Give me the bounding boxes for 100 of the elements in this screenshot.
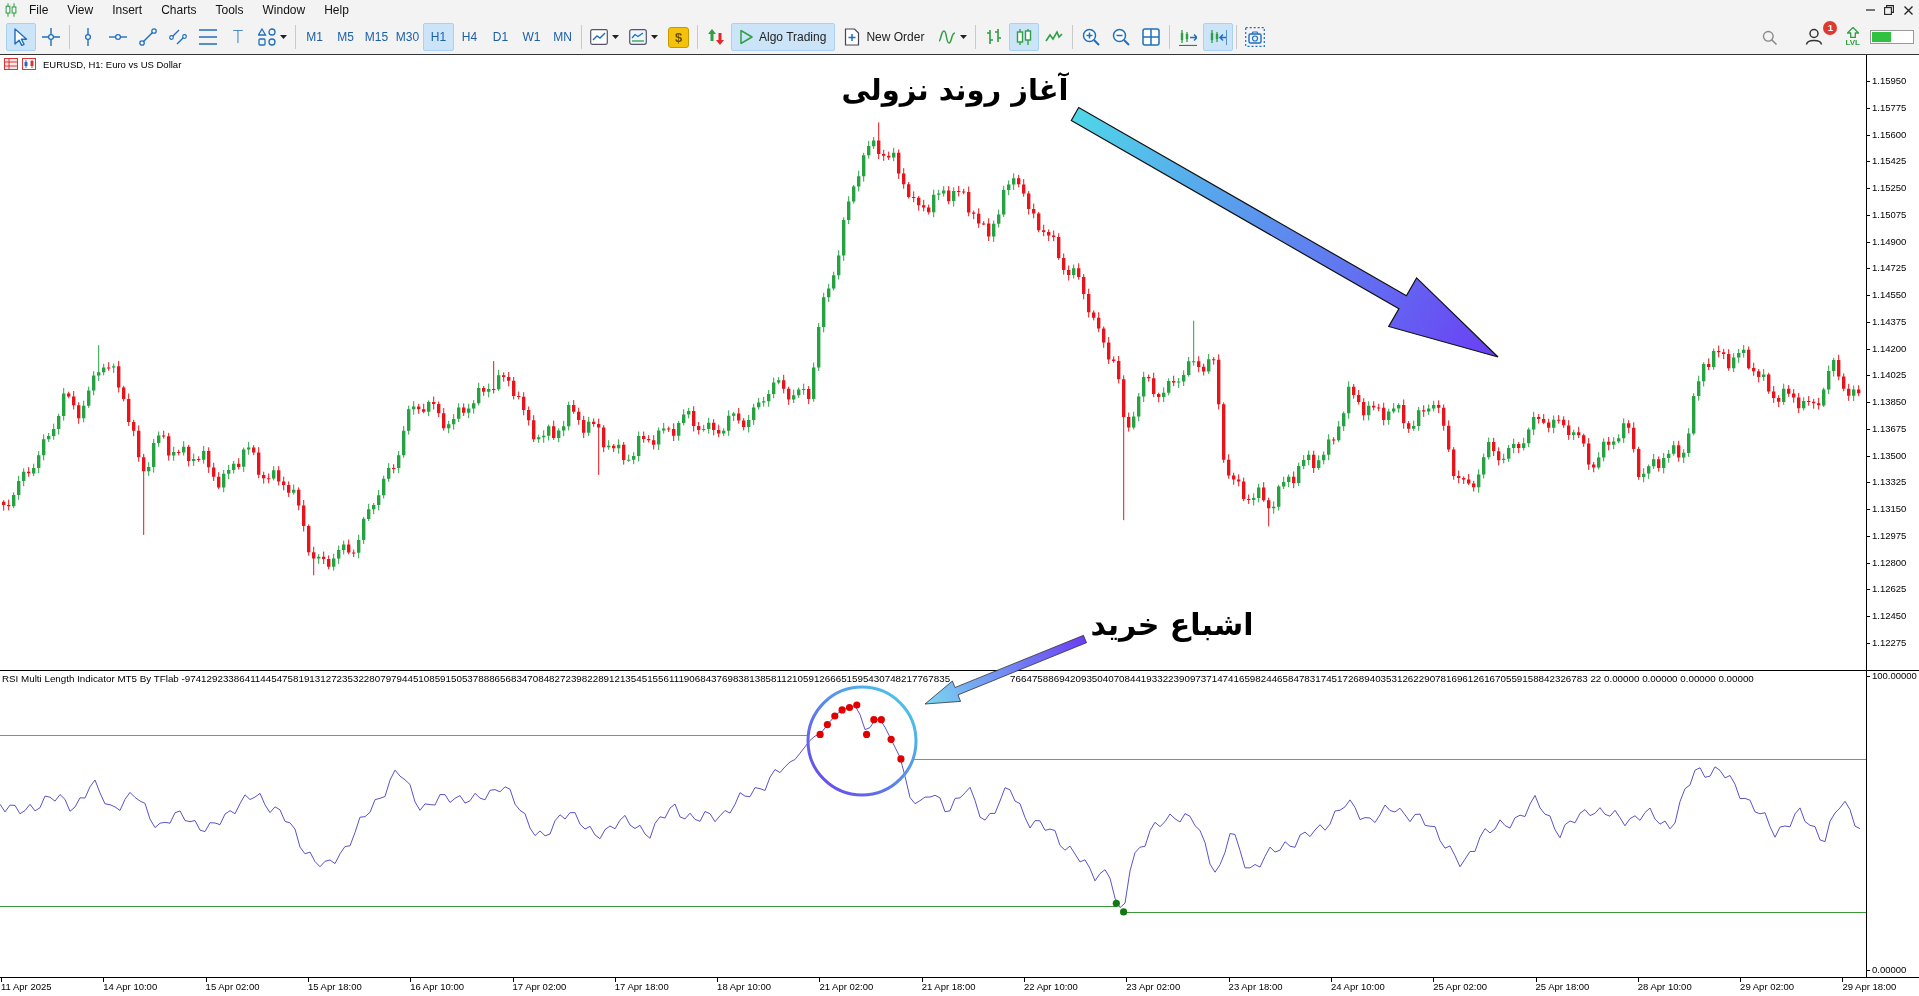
annotation-text: اشباع خرید: [1090, 607, 1254, 643]
menu-item[interactable]: Tools: [215, 2, 244, 18]
price-label: 1.14200: [1867, 342, 1907, 355]
price-label: 1.13850: [1867, 396, 1907, 409]
connection-status-icon: [1870, 30, 1914, 44]
timeframe-button[interactable]: H4: [454, 23, 485, 51]
grid-icon: [1142, 28, 1161, 46]
oversold-markers: [1112, 899, 1128, 916]
time-label: 18 Apr 10:00: [717, 981, 771, 993]
time-label: 29 Apr 02:00: [1740, 981, 1794, 993]
price-label: 1.15950: [1867, 75, 1907, 87]
chart-tab-icon: [22, 58, 36, 70]
price-label: 1.12275: [1867, 637, 1907, 649]
zoom-in-icon: [1082, 28, 1101, 46]
camera-icon: [1245, 27, 1266, 47]
horizontal-lines-icon: [199, 29, 217, 45]
time-label: 25 Apr 18:00: [1535, 981, 1590, 993]
price-label: 1.12625: [1867, 583, 1907, 596]
close-icon: [1903, 5, 1913, 15]
indicator-header: 7664758869420935040708441933223909737147416598244658478317451726894035312622907816961261670559158842326783 22 0.00000 0.00000 0.00000 0.00000: [1010, 673, 1754, 685]
caret-icon: [651, 35, 658, 39]
price-label: 1.14025: [1867, 369, 1907, 382]
caret-icon: [280, 35, 287, 39]
price-label: 1.13500: [1867, 449, 1907, 462]
timeframe-button[interactable]: M5: [330, 23, 361, 51]
shapes-icon: [258, 28, 276, 46]
price-label: 1.15775: [1867, 101, 1907, 114]
time-label: 22 Apr 10:00: [1024, 981, 1078, 993]
menu-item[interactable]: Insert: [112, 2, 143, 18]
menu-item[interactable]: Help: [324, 2, 349, 18]
chart-window-icon: [590, 29, 608, 45]
candles-left-arrow-icon: [1209, 28, 1228, 46]
algo-trading-button[interactable]: Algo Trading: [731, 23, 836, 51]
time-label: 17 Apr 18:00: [614, 981, 669, 993]
channel-icon: [169, 28, 187, 46]
price-label: 1.14725: [1867, 262, 1907, 275]
cursor-button[interactable]: [6, 23, 36, 51]
search-button[interactable]: [1762, 29, 1778, 45]
candlestick-button[interactable]: [1009, 23, 1040, 51]
menu-item[interactable]: Charts: [161, 2, 197, 18]
wave-icon: [938, 29, 957, 45]
time-label: 23 Apr 02:00: [1126, 981, 1181, 993]
notification-badge: 1: [1823, 21, 1838, 35]
caret-icon: [612, 35, 619, 39]
search-icon: [1762, 29, 1778, 45]
menu-item[interactable]: File: [29, 2, 49, 18]
candlestick-icon: [1015, 28, 1034, 46]
candles-logo-icon: [5, 3, 17, 17]
restore-button[interactable]: [1881, 2, 1897, 18]
time-label: 15 Apr 02:00: [205, 981, 260, 993]
chart-title: EURUSD, H1: Euro vs US Dollar: [43, 58, 182, 70]
time-label: 17 Apr 02:00: [512, 981, 567, 993]
price-label: 1.12800: [1867, 556, 1907, 569]
timeframe-button[interactable]: M30: [392, 23, 423, 51]
play-icon: [740, 30, 753, 44]
market-button[interactable]: $: [668, 26, 689, 48]
window-list-icon: [4, 58, 18, 70]
text-tool-button[interactable]: T: [223, 23, 253, 51]
annotation-text: آغاز روند نزولی: [841, 73, 1069, 108]
timeframe-button[interactable]: MN: [547, 23, 578, 51]
crosshair-icon: [42, 28, 60, 46]
timeframe-button[interactable]: D1: [485, 23, 516, 51]
time-label: 21 Apr 18:00: [921, 981, 976, 993]
time-label: 16 Apr 10:00: [410, 981, 465, 993]
price-label: 1.14900: [1867, 235, 1907, 248]
time-label: 21 Apr 02:00: [819, 981, 874, 993]
minimize-icon: [1865, 9, 1875, 11]
zoom-out-icon: [1112, 28, 1131, 46]
price-label: 1.15250: [1867, 182, 1907, 194]
timeframe-button[interactable]: W1: [516, 23, 547, 51]
price-label: 1.15425: [1867, 155, 1907, 168]
timeframe-button[interactable]: H1: [423, 23, 454, 51]
chart-shift-button[interactable]: [1203, 23, 1234, 51]
time-label: 28 Apr 10:00: [1637, 981, 1692, 993]
indicator-axis-label: 100.00000: [1867, 670, 1917, 682]
menu-item[interactable]: View: [67, 2, 94, 18]
new-order-button[interactable]: New Order: [835, 23, 934, 51]
price-label: 1.15600: [1867, 128, 1907, 141]
price-label: 1.14375: [1867, 315, 1907, 328]
menu-item[interactable]: Window: [262, 2, 306, 18]
timeframe-button[interactable]: M1: [299, 23, 330, 51]
trend-line-icon: [139, 28, 157, 46]
account-button[interactable]: [1805, 28, 1824, 46]
time-label: 25 Apr 02:00: [1433, 981, 1488, 993]
up-down-arrows-icon: [707, 28, 725, 46]
timeframe-button[interactable]: M15: [361, 23, 392, 51]
bar-chart-icon: [985, 28, 1004, 46]
price-label: 1.12975: [1867, 529, 1907, 542]
time-label: 29 Apr 18:00: [1842, 981, 1897, 993]
horizontal-line-icon: [109, 33, 127, 41]
restore-icon: [1884, 5, 1894, 15]
time-label: 15 Apr 18:00: [307, 981, 362, 993]
template-icon: [629, 29, 647, 45]
level-button[interactable]: LVL: [1845, 27, 1860, 47]
time-label: 24 Apr 10:00: [1330, 981, 1385, 993]
time-label: 11 Apr 2025: [1, 981, 52, 993]
indicator-header: RSI Multi Length Indicator MT5 By TFlab -974129233864114454758191312723532280797944510859150537888656834708482723982289121354515561119068437698381385811210591266651595430748217767835: [2, 673, 951, 685]
price-label: 1.13150: [1867, 503, 1907, 516]
cursor-icon: [14, 28, 28, 46]
user-icon: [1805, 28, 1824, 46]
